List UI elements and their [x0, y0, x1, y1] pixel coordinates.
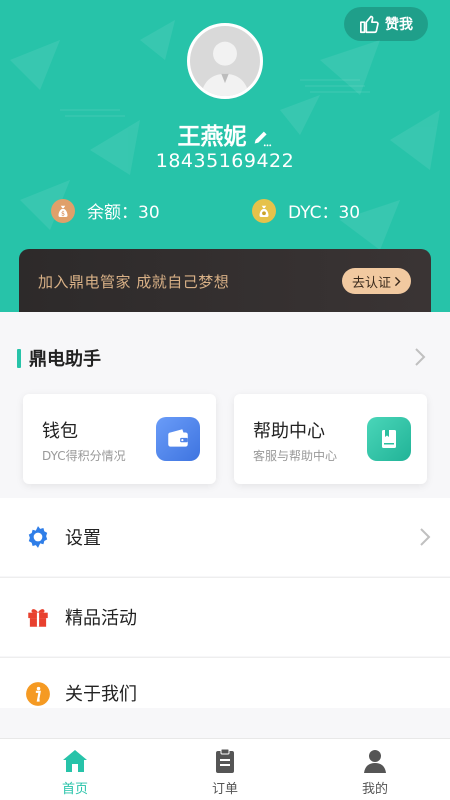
settings-row[interactable]: 设置: [0, 498, 450, 576]
profile-header: 赞我 王燕妮 18435169422 $ 余额：30 DYC：30 加入鼎电管家…: [0, 0, 450, 312]
money-bag-icon: $: [51, 198, 75, 223]
card-title: 帮助中心: [253, 421, 325, 442]
certification-banner[interactable]: 加入鼎电管家 成就自己梦想 去认证: [19, 249, 431, 312]
featured-activities-row[interactable]: 精品活动: [0, 578, 450, 656]
card-subtitle: DYC得积分情况: [42, 449, 126, 463]
about-us-row[interactable]: 关于我们: [0, 658, 450, 708]
coin-bag-icon: [252, 198, 276, 223]
svg-text:$: $: [61, 210, 65, 217]
user-name: 王燕妮: [177, 124, 247, 150]
balance-stat[interactable]: $ 余额：30: [51, 198, 160, 223]
bottom-tab-bar: 首页 订单 我的: [0, 738, 450, 800]
tab-mine[interactable]: 我的: [300, 739, 450, 800]
home-icon: [63, 750, 87, 772]
default-avatar-icon: [190, 26, 260, 96]
section-title: 鼎电助手: [17, 346, 101, 370]
info-icon: [24, 680, 52, 708]
chevron-right-icon: [394, 276, 401, 286]
wallet-card[interactable]: 钱包 DYC得积分情况: [23, 394, 216, 484]
edit-icon[interactable]: [251, 127, 273, 149]
tab-orders[interactable]: 订单: [150, 739, 300, 800]
user-name-row: 王燕妮: [0, 117, 450, 151]
help-center-card[interactable]: 帮助中心 客服与帮助中心: [234, 394, 427, 484]
person-icon: [364, 750, 386, 773]
certify-button[interactable]: 去认证: [341, 268, 411, 294]
about-us-label: 关于我们: [65, 684, 137, 705]
tab-label: 首页: [61, 782, 88, 797]
section-title-text: 鼎电助手: [29, 349, 101, 370]
tab-label: 我的: [361, 782, 388, 797]
gift-icon: [24, 603, 52, 631]
dyc-stat[interactable]: DYC：30: [252, 198, 360, 223]
card-subtitle: 客服与帮助中心: [253, 449, 338, 463]
balance-label: 余额：30: [87, 203, 160, 223]
user-phone: 18435169422: [155, 150, 295, 172]
wallet-icon: [156, 417, 200, 461]
like-button[interactable]: 赞我: [344, 7, 428, 41]
dyc-label: DYC：30: [288, 203, 361, 223]
card-title: 钱包: [42, 421, 78, 442]
tab-home[interactable]: 首页: [0, 739, 150, 800]
gear-icon: [24, 523, 52, 551]
chevron-right-icon[interactable]: [414, 347, 426, 367]
featured-activities-label: 精品活动: [65, 608, 137, 629]
certify-button-label: 去认证: [351, 275, 391, 291]
like-label: 赞我: [385, 17, 413, 33]
book-icon: [367, 417, 411, 461]
thumbs-up-icon: [360, 15, 379, 34]
banner-text: 加入鼎电管家 成就自己梦想: [38, 272, 230, 291]
avatar[interactable]: [187, 23, 263, 99]
clipboard-icon: [216, 748, 234, 773]
tab-label: 订单: [211, 782, 238, 797]
settings-label: 设置: [65, 528, 101, 549]
section-accent-bar: [17, 348, 21, 368]
chevron-right-icon: [420, 528, 431, 546]
